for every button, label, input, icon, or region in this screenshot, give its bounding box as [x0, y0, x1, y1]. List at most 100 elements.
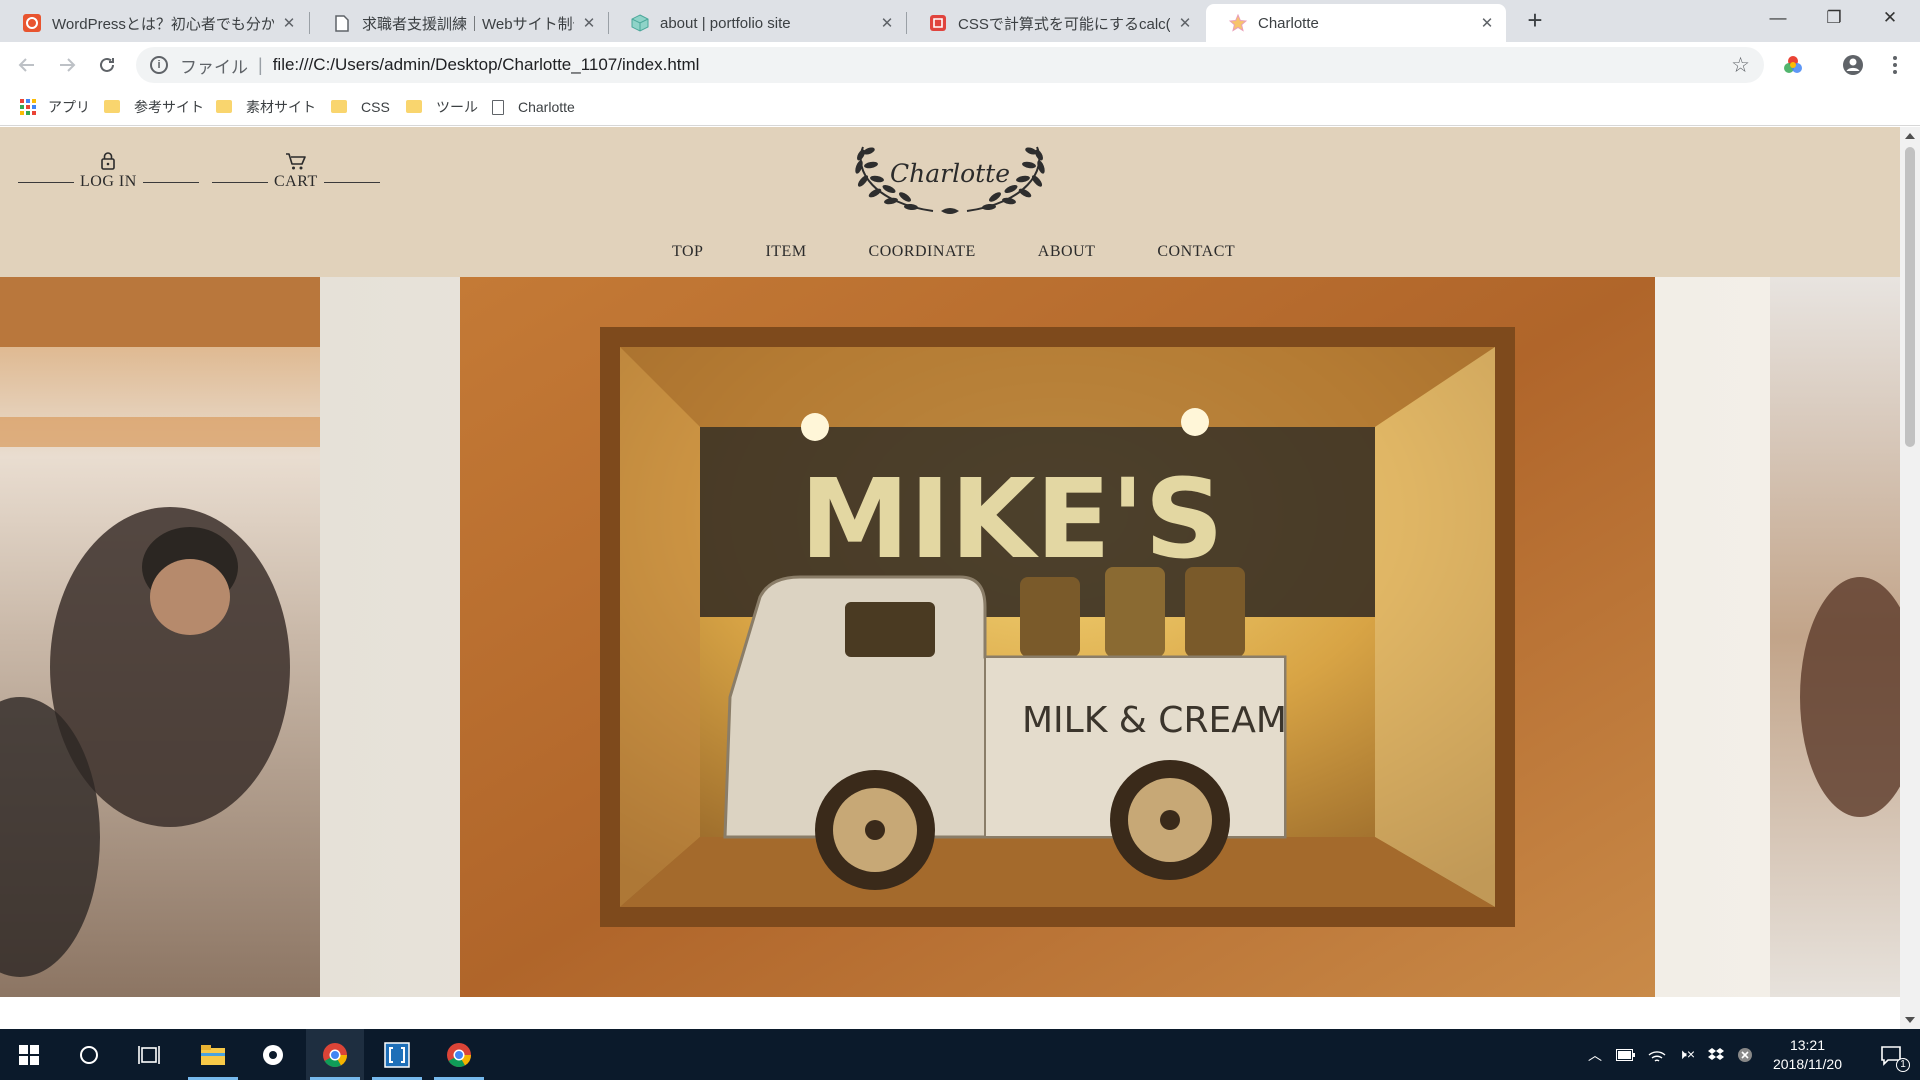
bracket-app-icon: [384, 1041, 410, 1068]
window-close-button[interactable]: ✕: [1862, 0, 1918, 38]
divider-line: [323, 181, 380, 183]
chrome-icon: [447, 1042, 471, 1067]
cart-link[interactable]: CART: [212, 151, 380, 191]
chevron-up-icon[interactable]: ︿: [1588, 1045, 1602, 1065]
scroll-up-icon[interactable]: [1905, 133, 1915, 139]
editor-app-button[interactable]: [368, 1029, 426, 1080]
color-extension-icon[interactable]: [1778, 50, 1808, 80]
back-arrow-icon: [18, 58, 34, 72]
bookmark-folder-sozai[interactable]: 素材サイト: [216, 96, 316, 118]
bookmark-folder-css[interactable]: CSS: [331, 96, 390, 118]
global-nav: TOP ITEM COORDINATE ABOUT CONTACT: [672, 243, 1235, 261]
sign-text: MIKE'S: [800, 455, 1224, 583]
folder-icon: [201, 1044, 225, 1065]
bookmark-apps[interactable]: アプリ: [20, 96, 90, 118]
app-settings-button[interactable]: [244, 1029, 302, 1080]
address-divider: |: [258, 54, 263, 75]
info-icon[interactable]: i: [150, 56, 168, 74]
chrome-button[interactable]: [306, 1029, 364, 1080]
bookmark-label: 参考サイト: [134, 99, 204, 115]
site-logo[interactable]: Charlotte: [845, 141, 1055, 221]
nav-about[interactable]: ABOUT: [1038, 243, 1096, 261]
bookmark-star-icon[interactable]: ☆: [1731, 53, 1750, 78]
close-icon[interactable]: ✕: [1478, 14, 1496, 32]
url-text[interactable]: file:///C:/Users/admin/Desktop/Charlotte…: [273, 55, 700, 75]
file-explorer-button[interactable]: [184, 1029, 242, 1080]
logo-text: Charlotte: [889, 159, 1011, 188]
close-icon[interactable]: ✕: [878, 14, 896, 32]
tab-kyushoku[interactable]: 求職者支援訓練｜Webサイト制作 ✕: [310, 4, 608, 42]
close-icon[interactable]: ✕: [1176, 14, 1194, 32]
close-icon[interactable]: ✕: [280, 14, 298, 32]
back-button[interactable]: [12, 50, 42, 80]
cart-icon: [285, 153, 306, 170]
minimize-button[interactable]: —: [1750, 0, 1806, 38]
reload-button[interactable]: [92, 50, 122, 80]
tab-wordpress[interactable]: WordPressとは？初心者でも分かる ✕: [0, 4, 308, 42]
red-shield-icon: [928, 13, 948, 33]
battery-icon[interactable]: [1616, 1048, 1636, 1061]
nav-top[interactable]: TOP: [672, 243, 703, 261]
browser-toolbar: i ファイル | file:///C:/Users/admin/Desktop/…: [0, 42, 1920, 88]
bookmark-folder-sanko[interactable]: 参考サイト: [104, 96, 204, 118]
bookmark-folder-tools[interactable]: ツール: [406, 96, 478, 118]
folder-icon: [216, 99, 232, 113]
bookmark-label: 素材サイト: [246, 99, 316, 115]
nav-contact[interactable]: CONTACT: [1157, 243, 1235, 261]
nav-coordinate[interactable]: COORDINATE: [869, 243, 976, 261]
tab-charlotte[interactable]: Charlotte ✕: [1206, 4, 1506, 42]
tab-css-calc[interactable]: CSSで計算式を可能にするcalc()ファ ✕: [906, 4, 1204, 42]
bookmark-charlotte[interactable]: Charlotte: [492, 96, 575, 118]
search-circle-icon: [80, 1045, 98, 1064]
folder-icon: [406, 99, 422, 113]
tab-title: CSSで計算式を可能にするcalc()ファ: [958, 15, 1170, 33]
bookmark-label: アプリ: [48, 99, 90, 115]
tab-title: WordPressとは？初心者でも分かる: [52, 15, 274, 33]
tab-title: 求職者支援訓練｜Webサイト制作: [362, 15, 574, 33]
restore-button[interactable]: ❐: [1806, 0, 1862, 38]
gear-icon: [263, 1044, 283, 1065]
new-tab-button[interactable]: +: [1520, 6, 1550, 36]
nav-item[interactable]: ITEM: [765, 243, 806, 261]
document-icon: [332, 13, 352, 33]
system-tray: ︿ 🕨×: [1588, 1029, 1753, 1080]
tab-strip: WordPressとは？初心者でも分かる ✕ 求職者支援訓練｜Webサイト制作 …: [0, 0, 1920, 42]
page-scrollbar[interactable]: [1900, 127, 1920, 1029]
lock-icon: [101, 152, 116, 170]
volume-muted-icon[interactable]: 🕨×: [1678, 1046, 1695, 1063]
action-center-button[interactable]: 1: [1862, 1029, 1920, 1080]
windows-taskbar: ︿ 🕨× 13:21 2018/11/20 1: [0, 1029, 1920, 1080]
task-view-button[interactable]: [120, 1029, 178, 1080]
start-button[interactable]: [0, 1029, 58, 1080]
menu-kebab-icon[interactable]: [1880, 50, 1910, 80]
clock-time: 13:21: [1789, 1037, 1825, 1053]
divider-line: [212, 181, 268, 183]
task-view-icon: [138, 1045, 160, 1064]
wifi-icon[interactable]: [1648, 1047, 1666, 1063]
divider-line: [142, 181, 199, 183]
windows-logo-icon: [19, 1044, 39, 1065]
login-link[interactable]: LOG IN: [18, 151, 199, 191]
divider-line: [18, 181, 74, 183]
tab-title: Charlotte: [1258, 14, 1319, 32]
scrollbar-thumb[interactable]: [1905, 147, 1915, 447]
blocked-icon[interactable]: [1737, 1047, 1753, 1063]
chrome-secondary-button[interactable]: [430, 1029, 488, 1080]
tab-portfolio[interactable]: about | portfolio site ✕: [608, 4, 906, 42]
apps-grid-icon: [20, 99, 36, 115]
close-icon[interactable]: ✕: [580, 14, 598, 32]
address-bar[interactable]: i ファイル | file:///C:/Users/admin/Desktop/…: [136, 47, 1764, 83]
reload-icon: [100, 57, 114, 72]
dropbox-icon[interactable]: [1707, 1047, 1725, 1063]
site-header: LOG IN CART Charlotte TOP ITEM COORDINAT…: [0, 127, 1900, 277]
scroll-down-icon[interactable]: [1905, 1017, 1915, 1023]
cortana-search-button[interactable]: [60, 1029, 118, 1080]
taskbar-clock[interactable]: 13:21 2018/11/20: [1773, 1036, 1842, 1074]
bookmark-label: CSS: [361, 99, 390, 115]
forward-button[interactable]: [52, 50, 82, 80]
cart-label: CART: [274, 173, 318, 190]
bookmark-label: ツール: [436, 99, 478, 115]
profile-icon[interactable]: [1838, 50, 1868, 80]
folder-icon: [104, 99, 120, 113]
forward-arrow-icon: [60, 58, 76, 72]
